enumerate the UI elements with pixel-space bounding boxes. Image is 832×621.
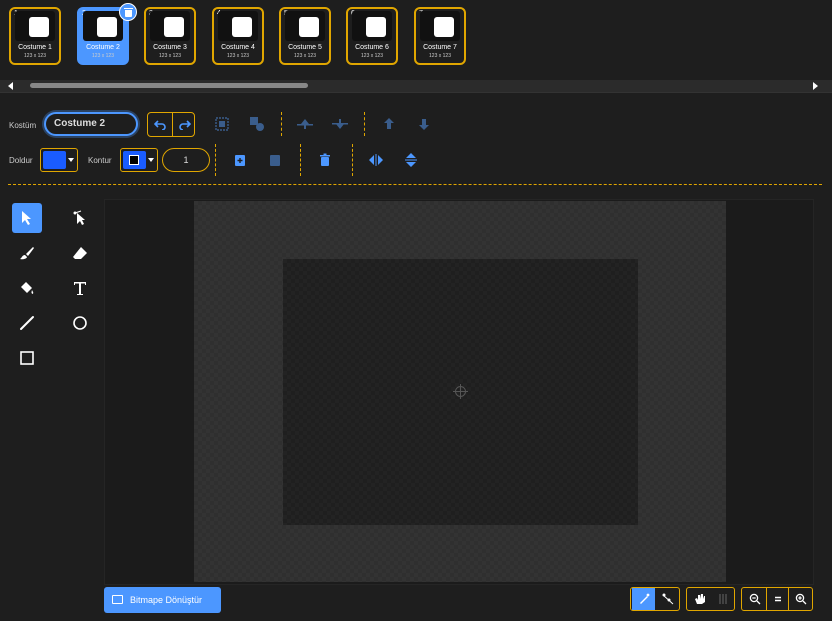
convert-to-bitmap-label: Bitmape Dönüştür: [130, 595, 203, 605]
costume-size: 123 x 123: [361, 53, 383, 59]
costume-name-input[interactable]: Costume 2: [44, 112, 138, 136]
delete-icon[interactable]: [313, 148, 337, 172]
zoom-out-icon[interactable]: [743, 588, 766, 610]
brush-tool[interactable]: [12, 238, 42, 268]
costume-size: 123 x 123: [92, 53, 114, 59]
horizontal-scrollbar[interactable]: [0, 80, 832, 92]
line-tool[interactable]: [12, 308, 42, 338]
costume-size: 123 x 123: [159, 53, 181, 59]
front-icon[interactable]: [377, 112, 401, 136]
costume-item-1[interactable]: 1 Costume 1 123 x 123: [9, 7, 61, 65]
text-tool[interactable]: [65, 273, 95, 303]
rectangle-tool[interactable]: [12, 343, 42, 373]
costume-name: Costume 5: [288, 44, 322, 51]
vector-points-icon[interactable]: [656, 588, 679, 610]
fill-color-picker[interactable]: [40, 148, 78, 172]
scrollbar-thumb[interactable]: [30, 83, 308, 88]
costume-size: 123 x 123: [24, 53, 46, 59]
costume-thumbnail: [218, 11, 258, 41]
divider: [8, 184, 822, 185]
costume-thumbnail: [352, 11, 392, 41]
zoom-reset-icon[interactable]: [766, 588, 789, 610]
hand-icon[interactable]: [688, 588, 711, 610]
costume-name: Costume 1: [18, 44, 52, 51]
costume-list: 1 Costume 1 123 x 123 2 Costume 2 123 x …: [0, 0, 832, 80]
costume-thumbnail: [150, 11, 190, 41]
center-crosshair-icon: [453, 384, 468, 399]
chevron-down-icon: [148, 158, 154, 162]
select-tool[interactable]: [12, 203, 42, 233]
circle-tool[interactable]: [65, 308, 95, 338]
fill-color-swatch: [43, 151, 66, 169]
zoom-in-icon[interactable]: [789, 588, 812, 610]
costume-thumbnail: [15, 11, 55, 41]
costume-name: Costume 3: [153, 44, 187, 51]
separator: [281, 112, 282, 136]
costume-item-7[interactable]: 7 Costume 7 123 x 123: [414, 7, 466, 65]
convert-to-bitmap-button[interactable]: Bitmape Dönüştür: [104, 587, 221, 613]
mode-toggle-group: [630, 587, 680, 611]
copy-icon[interactable]: [228, 148, 252, 172]
costume-thumbnail: [285, 11, 325, 41]
costume-item-6[interactable]: 6 Costume 6 123 x 123: [346, 7, 398, 65]
costume-name: Costume 4: [221, 44, 255, 51]
redo-icon[interactable]: [172, 113, 196, 137]
ungroup-icon[interactable]: [245, 112, 269, 136]
separator: [352, 144, 353, 176]
delete-costume-icon[interactable]: [119, 3, 137, 21]
costume-size: 123 x 123: [294, 53, 316, 59]
image-icon: [112, 595, 123, 604]
costume-size: 123 x 123: [429, 53, 451, 59]
paste-icon[interactable]: [263, 148, 287, 172]
snap-toggle-group: [686, 587, 735, 611]
group-icon[interactable]: [210, 112, 234, 136]
chevron-down-icon: [68, 158, 74, 162]
backward-icon[interactable]: [328, 112, 352, 136]
costume-thumbnail: [420, 11, 460, 41]
divider: [0, 92, 832, 93]
flip-vertical-icon[interactable]: [399, 148, 423, 172]
costume-name: Costume 2: [86, 44, 120, 51]
separator: [300, 144, 301, 176]
costume-label: Kostüm: [9, 121, 37, 130]
costume-item-3[interactable]: 3 Costume 3 123 x 123: [144, 7, 196, 65]
eraser-tool[interactable]: [65, 238, 95, 268]
stroke-width-input[interactable]: 1: [162, 148, 210, 172]
costume-name: Costume 7: [423, 44, 457, 51]
undo-icon[interactable]: [148, 113, 172, 137]
outline-color-swatch: [123, 151, 146, 169]
pen-mode-icon[interactable]: [632, 588, 655, 610]
forward-icon[interactable]: [293, 112, 317, 136]
fill-tool[interactable]: [12, 273, 42, 303]
undo-redo-group: [147, 112, 195, 137]
reshape-tool[interactable]: [65, 203, 95, 233]
flip-horizontal-icon[interactable]: [364, 148, 388, 172]
separator: [215, 144, 216, 176]
fill-label: Doldur: [9, 156, 33, 165]
back-icon[interactable]: [412, 112, 436, 136]
zoom-controls: [741, 587, 813, 611]
scroll-right-icon[interactable]: [813, 82, 818, 90]
grid-lines-icon[interactable]: [711, 588, 734, 610]
separator: [364, 112, 365, 136]
costume-size: 123 x 123: [227, 53, 249, 59]
costume-item-5[interactable]: 5 Costume 5 123 x 123: [279, 7, 331, 65]
costume-name: Costume 6: [355, 44, 389, 51]
scroll-left-icon[interactable]: [8, 82, 13, 90]
outline-label: Kontur: [88, 156, 112, 165]
outline-color-picker[interactable]: [120, 148, 158, 172]
costume-thumbnail: [83, 11, 123, 41]
costume-item-4[interactable]: 4 Costume 4 123 x 123: [212, 7, 264, 65]
